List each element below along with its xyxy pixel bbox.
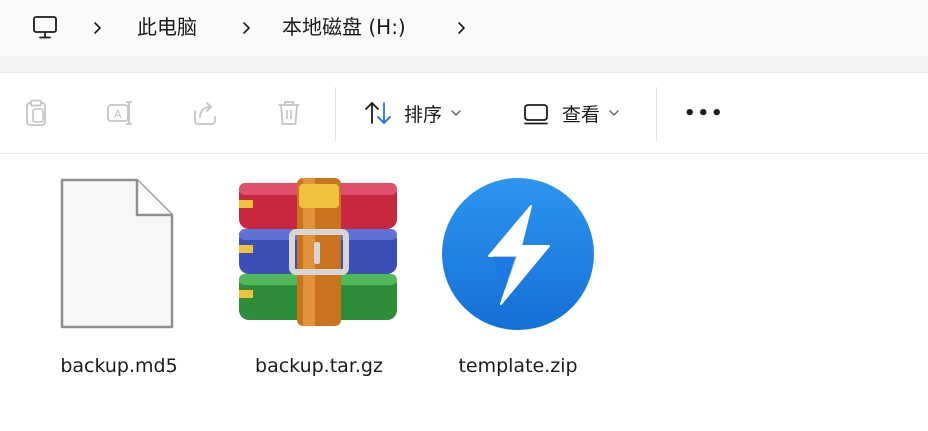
copy-button[interactable] (20, 95, 52, 131)
breadcrumb-local-disk-h[interactable]: 本地磁盘 (H:) (282, 13, 406, 41)
view-label: 查看 (562, 103, 601, 126)
more-options-icon: ••• (684, 102, 725, 124)
chevron-down-icon (451, 110, 461, 116)
toolbar-separator (335, 87, 336, 141)
sort-label: 排序 (404, 103, 443, 126)
file-name: backup.md5 (60, 355, 178, 377)
view-layout-icon (524, 104, 548, 125)
sort-arrows-icon (365, 102, 391, 124)
share-button[interactable] (189, 95, 221, 131)
file-item[interactable]: backup.md5 (34, 170, 204, 377)
breadcrumb-this-pc[interactable]: 此电脑 (137, 13, 197, 41)
sort-button[interactable]: 排序 (362, 95, 462, 131)
share-icon (194, 102, 216, 125)
chevron-right-icon[interactable] (240, 21, 254, 35)
view-button[interactable]: 查看 (520, 95, 620, 131)
this-pc-icon[interactable] (30, 12, 60, 42)
file-item[interactable]: template.zip (433, 170, 603, 377)
rename-icon: A (107, 101, 132, 125)
chevron-right-icon[interactable] (91, 21, 105, 35)
address-bar-divider (0, 56, 928, 73)
trash-icon (278, 101, 300, 125)
generic-file-icon (60, 178, 174, 329)
clipboard-icon (26, 99, 46, 126)
more-options-button[interactable]: ••• (684, 95, 725, 131)
file-name: backup.tar.gz (255, 355, 383, 377)
svg-text:A: A (114, 108, 122, 121)
chevron-right-icon[interactable] (455, 21, 469, 35)
address-bar[interactable]: 此电脑 本地磁盘 (H:) (0, 0, 928, 56)
command-bar: A 排序 查看 ••• (0, 73, 928, 154)
file-item[interactable]: backup.tar.gz (234, 170, 404, 377)
chevron-down-icon (609, 110, 619, 116)
rename-button[interactable]: A (104, 95, 136, 131)
delete-button[interactable] (273, 95, 305, 131)
bandizip-archive-icon (442, 178, 594, 330)
toolbar-separator (656, 87, 657, 141)
file-name: template.zip (458, 355, 578, 377)
file-view: backup.md5 backup.tar.gz template.zip (0, 154, 928, 431)
winrar-archive-icon (239, 178, 397, 326)
